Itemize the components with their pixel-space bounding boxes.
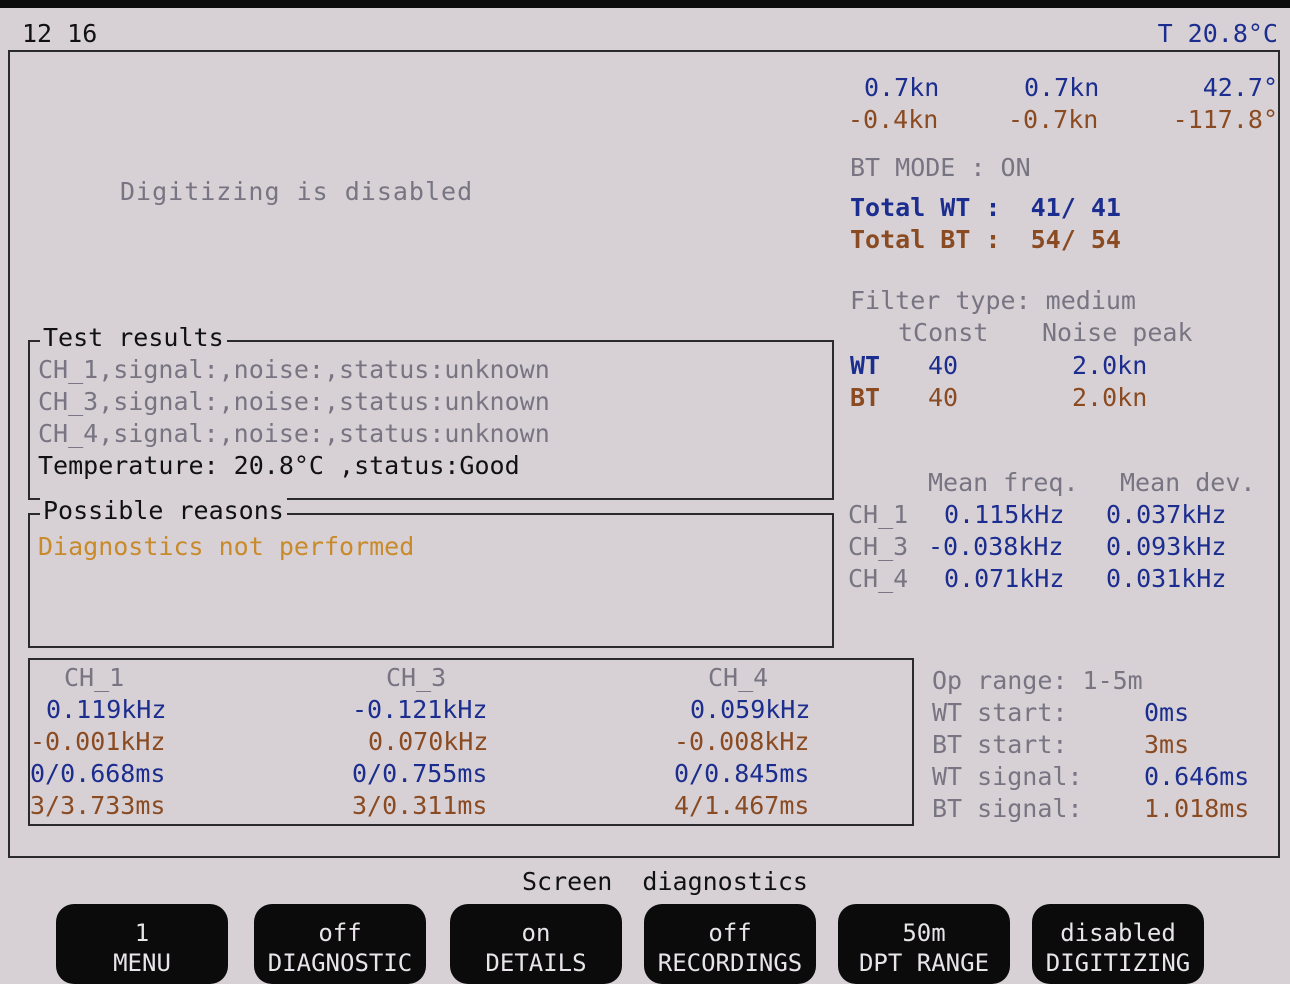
op-bt-signal-label: BT signal: [932, 794, 1083, 823]
filter-type: Filter type: medium [850, 286, 1136, 315]
mean-ch4-dev: 0.031kHz [1106, 564, 1227, 593]
softkey-label: RECORDINGS [657, 949, 803, 977]
recordings-softkey[interactable]: off RECORDINGS [644, 904, 816, 984]
softkey-label: MENU [113, 949, 171, 977]
test-result-ch1: CH_1,signal:,noise:,status:unknown [38, 355, 550, 384]
softkey-value: on [521, 919, 551, 947]
filter-bt-noise: 2.0kn [1072, 383, 1148, 412]
channel-ch1-name: CH_1 [64, 663, 125, 692]
softkey-label: DIAGNOSTIC [267, 949, 413, 977]
channel-ch1-v3: 0/0.668ms [30, 759, 166, 788]
channel-ch1-v2: -0.001kHz [30, 727, 166, 756]
mean-col-freq: Mean freq. [928, 468, 1079, 497]
mean-ch3-label: CH_3 [848, 532, 909, 561]
test-results-title: Test results [40, 324, 227, 352]
channel-ch4-v2: -0.008kHz [674, 727, 810, 756]
speed-r1-c2: 0.7kn [1024, 73, 1100, 102]
op-wt-start-value: 0ms [1144, 698, 1190, 727]
speed-r2-c3: -117.8° [1172, 105, 1278, 134]
temperature-readout: T 20.8°C [1157, 19, 1278, 48]
op-range: Op range: 1-5m [932, 666, 1143, 695]
channel-ch1-v1: 0.119kHz [46, 695, 167, 724]
test-result-ch3: CH_3,signal:,noise:,status:unknown [38, 387, 550, 416]
mean-ch4-freq: 0.071kHz [944, 564, 1065, 593]
channel-ch3-v3: 0/0.755ms [352, 759, 488, 788]
softkey-value: 1 [134, 919, 150, 947]
channel-ch3-v4: 3/0.311ms [352, 791, 488, 820]
filter-col-noise: Noise peak [1042, 318, 1193, 347]
softkey-value: off [318, 919, 362, 947]
channel-ch3-v2: 0.070kHz [368, 727, 489, 756]
total-wt: Total WT : 41/ 41 [850, 193, 1121, 222]
filter-wt-tconst: 40 [928, 351, 959, 380]
softkey-value: 50m [902, 919, 946, 947]
possible-reasons-title: Possible reasons [40, 497, 287, 525]
filter-bt-tconst: 40 [928, 383, 959, 412]
softkey-value: disabled [1060, 919, 1176, 947]
filter-wt-noise: 2.0kn [1072, 351, 1148, 380]
speed-r1-c1: 0.7kn [864, 73, 940, 102]
bt-mode: BT MODE : ON [850, 153, 1031, 182]
channel-ch4-v3: 0/0.845ms [674, 759, 810, 788]
menu-softkey[interactable]: 1 MENU [56, 904, 228, 984]
channel-ch3-name: CH_3 [386, 663, 447, 692]
channel-ch4-name: CH_4 [708, 663, 769, 692]
op-wt-signal-label: WT signal: [932, 762, 1083, 791]
mean-ch1-freq: 0.115kHz [944, 500, 1065, 529]
mean-ch1-dev: 0.037kHz [1106, 500, 1227, 529]
speed-r1-c3: 42.7° [1202, 73, 1278, 102]
possible-reasons-text: Diagnostics not performed [38, 532, 415, 561]
total-bt: Total BT : 54/ 54 [850, 225, 1121, 254]
op-wt-signal-value: 0.646ms [1144, 762, 1250, 791]
channel-ch3-v1: -0.121kHz [352, 695, 488, 724]
softkey-label: DETAILS [485, 949, 587, 977]
mean-ch3-dev: 0.093kHz [1106, 532, 1227, 561]
mean-ch1-label: CH_1 [848, 500, 909, 529]
test-result-temperature: Temperature: 20.8°C ,status:Good [38, 451, 520, 480]
channel-ch1-v4: 3/3.733ms [30, 791, 166, 820]
softkey-label: DIGITIZING [1045, 949, 1191, 977]
mean-ch4-label: CH_4 [848, 564, 909, 593]
test-result-ch4: CH_4,signal:,noise:,status:unknown [38, 419, 550, 448]
details-softkey[interactable]: on DETAILS [450, 904, 622, 984]
digitizing-softkey[interactable]: disabled DIGITIZING [1032, 904, 1204, 984]
op-bt-start-value: 3ms [1144, 730, 1190, 759]
filter-wt-label: WT [850, 351, 881, 380]
mean-col-dev: Mean dev. [1120, 468, 1256, 497]
filter-col-tconst: tConst [898, 318, 989, 347]
diagnostic-softkey[interactable]: off DIAGNOSTIC [254, 904, 426, 984]
speed-r2-c1: -0.4kn [848, 105, 939, 134]
filter-bt-label: BT [850, 383, 881, 412]
softkey-label: DPT RANGE [858, 949, 990, 977]
digitizing-status: Digitizing is disabled [120, 177, 474, 206]
channel-ch4-v1: 0.059kHz [690, 695, 811, 724]
channel-ch4-v4: 4/1.467ms [674, 791, 810, 820]
speed-r2-c2: -0.7kn [1008, 105, 1099, 134]
softkey-value: off [708, 919, 752, 947]
dpt-range-softkey[interactable]: 50m DPT RANGE [838, 904, 1010, 984]
op-bt-start-label: BT start: [932, 730, 1068, 759]
op-bt-signal-value: 1.018ms [1144, 794, 1250, 823]
mean-ch3-freq: -0.038kHz [928, 532, 1064, 561]
screen-title: Screen diagnostics [522, 867, 808, 896]
top-bar [0, 0, 1290, 52]
clock: 12 16 [22, 19, 98, 48]
op-wt-start-label: WT start: [932, 698, 1068, 727]
